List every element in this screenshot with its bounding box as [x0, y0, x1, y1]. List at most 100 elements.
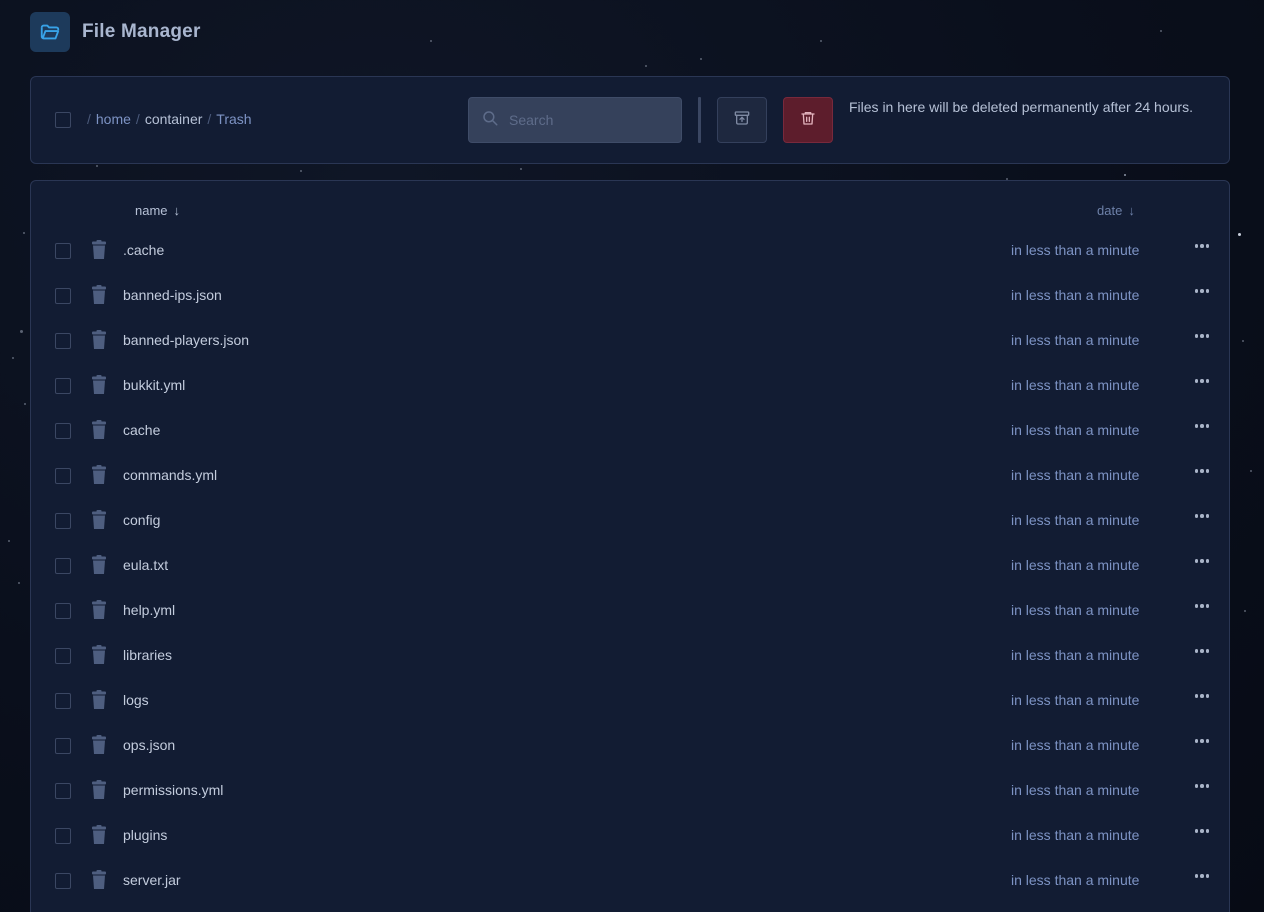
more-horizontal-icon[interactable]	[1190, 371, 1214, 391]
file-name[interactable]: eula.txt	[123, 557, 168, 573]
restore-button[interactable]	[717, 97, 767, 143]
file-name[interactable]: plugins	[123, 827, 167, 843]
file-checkbox[interactable]	[55, 513, 71, 529]
delete-permanently-button[interactable]	[783, 97, 833, 143]
more-horizontal-icon[interactable]	[1190, 821, 1214, 841]
sort-by-name[interactable]: name ↓	[135, 203, 180, 218]
file-name[interactable]: ops.json	[123, 737, 175, 753]
trash-icon	[90, 825, 108, 850]
breadcrumb-container: container	[144, 111, 203, 127]
file-row[interactable]: commands.yml in less than a minute	[31, 454, 1229, 499]
file-checkbox[interactable]	[55, 828, 71, 844]
file-date: in less than a minute	[1011, 602, 1140, 618]
trash-icon	[90, 780, 108, 805]
file-date: in less than a minute	[1011, 782, 1140, 798]
trash-icon	[800, 110, 816, 131]
file-name[interactable]: bukkit.yml	[123, 377, 185, 393]
more-horizontal-icon[interactable]	[1190, 281, 1214, 301]
file-row[interactable]: libraries in less than a minute	[31, 634, 1229, 679]
file-row[interactable]: logs in less than a minute	[31, 679, 1229, 724]
file-date: in less than a minute	[1011, 827, 1140, 843]
file-checkbox[interactable]	[55, 468, 71, 484]
trash-icon	[90, 690, 108, 715]
more-horizontal-icon[interactable]	[1190, 551, 1214, 571]
file-checkbox[interactable]	[55, 243, 71, 259]
file-date: in less than a minute	[1011, 872, 1140, 888]
file-checkbox[interactable]	[55, 558, 71, 574]
file-row[interactable]: help.yml in less than a minute	[31, 589, 1229, 634]
file-checkbox[interactable]	[55, 873, 71, 889]
trash-icon	[90, 330, 108, 355]
file-row[interactable]: eula.txt in less than a minute	[31, 544, 1229, 589]
more-horizontal-icon[interactable]	[1190, 596, 1214, 616]
file-checkbox[interactable]	[55, 603, 71, 619]
file-checkbox[interactable]	[55, 378, 71, 394]
file-date: in less than a minute	[1011, 692, 1140, 708]
file-date: in less than a minute	[1011, 242, 1140, 258]
more-horizontal-icon[interactable]	[1190, 641, 1214, 661]
file-row[interactable]: banned-ips.json in less than a minute	[31, 274, 1229, 319]
breadcrumb-trash[interactable]: Trash	[216, 111, 251, 127]
file-checkbox[interactable]	[55, 333, 71, 349]
file-name[interactable]: help.yml	[123, 602, 175, 618]
file-date: in less than a minute	[1011, 647, 1140, 663]
file-row[interactable]: config in less than a minute	[31, 499, 1229, 544]
file-date: in less than a minute	[1011, 422, 1140, 438]
more-horizontal-icon[interactable]	[1190, 686, 1214, 706]
more-horizontal-icon[interactable]	[1190, 866, 1214, 886]
file-checkbox[interactable]	[55, 738, 71, 754]
file-name[interactable]: permissions.yml	[123, 782, 223, 798]
search-input[interactable]	[509, 112, 669, 128]
file-row[interactable]: permissions.yml in less than a minute	[31, 769, 1229, 814]
select-all-checkbox[interactable]	[55, 112, 71, 128]
file-row[interactable]: bukkit.yml in less than a minute	[31, 364, 1229, 409]
sort-arrow-icon: ↓	[173, 203, 181, 218]
app-header: File Manager	[30, 12, 201, 52]
file-row[interactable]: server.jar in less than a minute	[31, 859, 1229, 904]
trash-icon	[90, 420, 108, 445]
file-name[interactable]: commands.yml	[123, 467, 217, 483]
file-date: in less than a minute	[1011, 557, 1140, 573]
file-name[interactable]: banned-players.json	[123, 332, 249, 348]
trash-toolbar: / home / container / Trash Search Files …	[30, 76, 1230, 164]
column-name-label: name	[135, 203, 168, 218]
file-checkbox[interactable]	[55, 783, 71, 799]
search-icon	[481, 109, 499, 132]
more-horizontal-icon[interactable]	[1190, 776, 1214, 796]
file-checkbox[interactable]	[55, 288, 71, 304]
archive-restore-icon	[734, 110, 750, 131]
file-row[interactable]: plugins in less than a minute	[31, 814, 1229, 859]
more-horizontal-icon[interactable]	[1190, 416, 1214, 436]
trash-icon	[90, 555, 108, 580]
file-name[interactable]: libraries	[123, 647, 172, 663]
breadcrumb-home[interactable]: home	[96, 111, 131, 127]
more-horizontal-icon[interactable]	[1190, 461, 1214, 481]
file-checkbox[interactable]	[55, 693, 71, 709]
more-horizontal-icon[interactable]	[1190, 236, 1214, 256]
file-date: in less than a minute	[1011, 332, 1140, 348]
file-checkbox[interactable]	[55, 648, 71, 664]
file-name[interactable]: config	[123, 512, 160, 528]
sort-by-date[interactable]: date ↓	[1097, 203, 1135, 218]
breadcrumb-separator: /	[87, 111, 91, 127]
file-row[interactable]: banned-players.json in less than a minut…	[31, 319, 1229, 364]
search-box[interactable]	[468, 97, 682, 143]
file-date: in less than a minute	[1011, 377, 1140, 393]
toolbar-divider	[698, 97, 701, 143]
more-horizontal-icon[interactable]	[1190, 326, 1214, 346]
file-name[interactable]: logs	[123, 692, 149, 708]
file-name[interactable]: .cache	[123, 242, 164, 258]
breadcrumb-separator: /	[207, 111, 212, 127]
file-checkbox[interactable]	[55, 423, 71, 439]
file-name[interactable]: cache	[123, 422, 160, 438]
file-list: name ↓ date ↓ .cache in less than a minu…	[30, 180, 1230, 912]
file-name[interactable]: server.jar	[123, 872, 181, 888]
file-row[interactable]: cache in less than a minute	[31, 409, 1229, 454]
trash-notice: Files in here will be deleted permanentl…	[849, 99, 1193, 115]
file-name[interactable]: banned-ips.json	[123, 287, 222, 303]
more-horizontal-icon[interactable]	[1190, 506, 1214, 526]
more-horizontal-icon[interactable]	[1190, 731, 1214, 751]
file-row[interactable]: ops.json in less than a minute	[31, 724, 1229, 769]
file-row[interactable]: .cache in less than a minute	[31, 229, 1229, 274]
file-date: in less than a minute	[1011, 737, 1140, 753]
